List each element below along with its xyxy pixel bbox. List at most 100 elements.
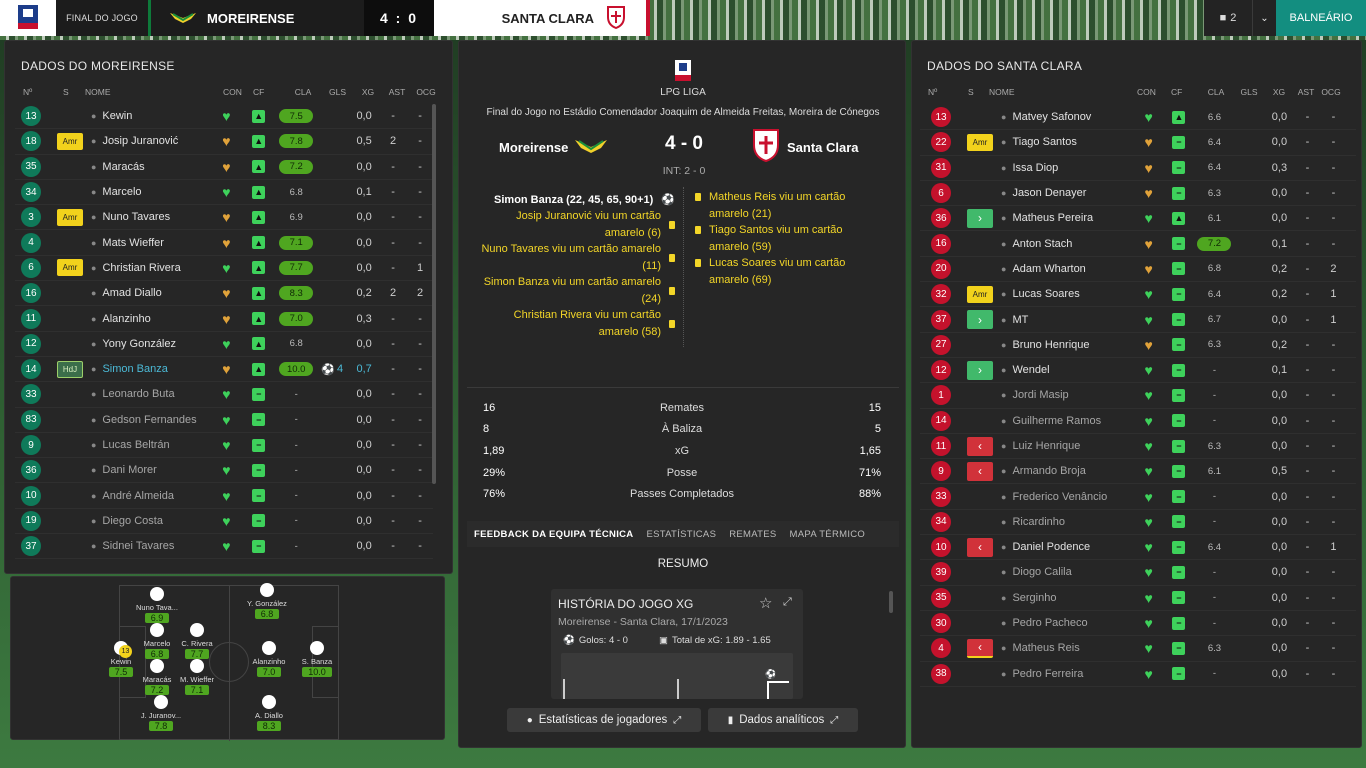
- table-row[interactable]: 9 ● Lucas Beltrán ♥ − - 0,0 - -: [15, 433, 433, 459]
- table-row[interactable]: 12 ● Yony González ♥ ▲ 6.8 0,0 - -: [15, 332, 433, 357]
- goals-cell: ⚽ 4: [315, 363, 349, 376]
- table-row[interactable]: 34 ● Ricardinho ♥ − - 0,0 - -: [920, 510, 1356, 536]
- morale-heart-icon: ♥: [1144, 412, 1153, 429]
- card-event-text: Christian Rivera viu um cartão amarelo (…: [513, 309, 661, 338]
- stats-divider: [467, 387, 899, 388]
- summary-scrollbar[interactable]: [889, 591, 893, 613]
- chevron-down-icon[interactable]: ⌄: [1252, 0, 1276, 36]
- table-row[interactable]: 38 ● Pedro Ferreira ♥ − - 0,0 - -: [920, 662, 1356, 687]
- table-row[interactable]: 6 Amr ● Christian Rivera ♥ ▲ 7.7 0,0 - 1: [15, 256, 433, 282]
- table-row[interactable]: 9 ‹ ● Armando Broja ♥ − 6.1 0,5 - -: [920, 459, 1356, 485]
- table-row[interactable]: 13 ● Matvey Safonov ♥ ▲ 6.6 0,0 - -: [920, 105, 1356, 131]
- table-row[interactable]: 34 ● Marcelo ♥ ▲ 6.8 0,1 - -: [15, 180, 433, 206]
- table-row[interactable]: 4 ● Mats Wieffer ♥ ▲ 7.1 0,0 - -: [15, 230, 433, 256]
- pitch-player[interactable]: S. Banza 10.0: [287, 641, 347, 677]
- pitch-player-name: Nuno Tava...: [136, 603, 178, 612]
- table-row[interactable]: 14 HdJ ● Simon Banza ♥ ▲ 10.0 ⚽ 4 0,7- -: [15, 357, 433, 383]
- pitch-player-rating: 10.0: [302, 667, 332, 677]
- away-team-summary[interactable]: Santa Clara: [751, 127, 859, 168]
- table-row[interactable]: 11 ● Alanzinho ♥ ▲ 7.0 0,3 - -: [15, 306, 433, 332]
- away-team-header[interactable]: SANTA CLARA: [434, 0, 650, 36]
- morale-heart-icon: ♥: [1144, 463, 1153, 480]
- tab-statistics[interactable]: ESTATÍSTICAS: [646, 529, 716, 540]
- yellow-card-badge: Amr: [967, 133, 993, 151]
- xg-story-card[interactable]: HISTÓRIA DO JOGO XG ☆ ⤢ Moreirense - San…: [551, 589, 803, 699]
- star-icon[interactable]: ☆: [759, 594, 772, 612]
- xg: 0,2: [1271, 288, 1288, 301]
- pitch-player[interactable]: J. Juranov... 7.8: [131, 695, 191, 731]
- home-team-header[interactable]: MOREIRENSE: [148, 0, 364, 36]
- expand-icon[interactable]: ⤢: [783, 596, 792, 609]
- table-row[interactable]: 39 ● Diogo Calila ♥ − - 0,0 - -: [920, 560, 1356, 586]
- table-row[interactable]: 1 ● Jordi Masip ♥ − - 0,0 - -: [920, 383, 1356, 409]
- table-row[interactable]: 30 ● Pedro Pacheco ♥ − - 0,0 - -: [920, 611, 1356, 637]
- venue-text: Final do Jogo no Estádio Comendador Joaq…: [486, 107, 880, 118]
- dressing-room-button[interactable]: BALNEÁRIO: [1276, 0, 1366, 36]
- table-row[interactable]: 16 ● Amad Diallo ♥ ▲ 8.3 0,2 2 2: [15, 281, 433, 307]
- sub-off-icon: ‹: [967, 461, 993, 481]
- table-row[interactable]: 22 Amr ● Tiago Santos ♥ − 6.4 0,0 - -: [920, 130, 1356, 156]
- table-row[interactable]: 37 › ● MT ♥ − 6.7 0,0 - 1: [920, 307, 1356, 333]
- table-row[interactable]: 16 ● Anton Stach ♥ −7.2 0,1 - -: [920, 231, 1356, 257]
- table-row[interactable]: 11 ‹ ● Luiz Henrique ♥ − 6.3 0,0 - -: [920, 434, 1356, 460]
- assists: -: [391, 110, 395, 123]
- table-row[interactable]: 6 ● Jason Denayer ♥ − 6.3 0,0 - -: [920, 181, 1356, 207]
- tab-shots[interactable]: REMATES: [729, 529, 776, 540]
- table-row[interactable]: 33 ● Leonardo Buta ♥ − - 0,0 - -: [15, 382, 433, 408]
- squad-number: 30: [931, 613, 951, 634]
- table-row[interactable]: 37 ● Sidnei Tavares ♥ − - 0,0 - -: [15, 534, 433, 560]
- table-row[interactable]: 32 Amr ● Lucas Soares ♥ − 6.4 0,2 - 1: [920, 282, 1356, 308]
- condition-icon: ▲: [252, 160, 266, 174]
- table-row[interactable]: 12 › ● Wendel ♥ − - 0,1 - -: [920, 358, 1356, 384]
- person-icon: ●: [1001, 592, 1007, 603]
- assists: -: [1305, 642, 1310, 655]
- tab-heatmap[interactable]: MAPA TÉRMICO: [790, 529, 866, 540]
- person-icon: ●: [526, 714, 533, 726]
- managers-count[interactable]: ■ 2: [1204, 0, 1252, 36]
- home-stat-value: 1,89: [483, 444, 505, 457]
- player-name: Tiago Santos: [1012, 136, 1077, 149]
- player-stats-button[interactable]: ● Estatísticas de jogadores ⤢: [507, 708, 701, 732]
- santa-clara-crest-icon: [751, 127, 781, 168]
- pitch-player[interactable]: A. Diallo 8.3: [239, 695, 299, 731]
- table-row[interactable]: 20 ● Adam Wharton ♥ − 6.8 0,2 - 2: [920, 257, 1356, 283]
- home-team-summary[interactable]: Moreirense: [499, 135, 608, 160]
- table-row[interactable]: 19 ● Diego Costa ♥ − - 0,0 - -: [15, 509, 433, 535]
- table-row[interactable]: 10 ● André Almeida ♥ − - 0,0 - -: [15, 483, 433, 509]
- table-row[interactable]: 31 ● Issa Diop ♥ − 6.4 0,3 - -: [920, 156, 1356, 181]
- assists: -: [1305, 161, 1310, 174]
- table-row[interactable]: 83 ● Gedson Fernandes ♥ − - 0,0 - -: [15, 408, 433, 433]
- table-row[interactable]: 33 ● Frederico Venâncio ♥ − - 0,0 - -: [920, 484, 1356, 510]
- table-row[interactable]: 36 › ● Matheus Pereira ♥ ▲ 6.1 0,0 - -: [920, 206, 1356, 232]
- rating: -: [294, 540, 298, 552]
- table-row[interactable]: 4 ‹ ● Matheus Reis ♥ − 6.3 0,0 - -: [920, 636, 1356, 662]
- table-row[interactable]: 14 ● Guilherme Ramos ♥ − - 0,0 - -: [920, 409, 1356, 434]
- pitch-player[interactable]: C. Rivera 7.7: [167, 623, 227, 659]
- card-event-text: Simon Banza viu um cartão amarelo (24): [483, 276, 661, 305]
- condition-icon: ▲: [252, 362, 266, 376]
- table-row[interactable]: 27 ● Bruno Henrique ♥ − 6.3 0,2 - -: [920, 333, 1356, 358]
- table-row[interactable]: 13 ● Kewin ♥ ▲ 7.5 0,0 - -: [15, 104, 433, 130]
- condition-icon: −: [252, 539, 266, 553]
- pitch-player[interactable]: Y. González 6.8: [237, 583, 297, 619]
- home-stat-value: 16: [483, 401, 496, 414]
- table-row[interactable]: 36 ● Dani Morer ♥ − - 0,0 - -: [15, 458, 433, 484]
- chances-created: -: [418, 337, 422, 350]
- person-icon: ●: [91, 212, 97, 223]
- table-row[interactable]: 35 ● Maracás ♥ ▲ 7.2 0,0 - -: [15, 155, 433, 180]
- xg: 0,0: [1271, 617, 1288, 630]
- analytics-button[interactable]: ▮ Dados analíticos ⤢: [708, 708, 858, 732]
- home-list-scrollbar[interactable]: [432, 104, 436, 484]
- pitch-player[interactable]: M. Wieffer 7.1: [167, 659, 227, 695]
- person-icon: ●: [1001, 668, 1007, 679]
- table-row[interactable]: 3 Amr ● Nuno Tavares ♥ ▲ 6.9 0,0 - -: [15, 205, 433, 231]
- player-name: Armando Broja: [1012, 465, 1086, 478]
- tab-feedback[interactable]: FEEDBACK DA EQUIPA TÉCNICA: [474, 529, 633, 540]
- table-row[interactable]: 18 Amr ● Josip Juranović ♥ ▲ 7.8 0,5 2 -: [15, 129, 433, 155]
- captain-badge: 13: [119, 645, 132, 658]
- pitch-player[interactable]: Nuno Tava... 6.9: [127, 587, 187, 623]
- table-row[interactable]: 10 ‹ ● Daniel Podence ♥ − 6.4 0,0 - 1: [920, 535, 1356, 561]
- away-table-header: Nº S NOME CON CF CLA GLS XG AST OCG: [928, 87, 1341, 97]
- table-row[interactable]: 35 ● Serginho ♥ − - 0,0 - -: [920, 586, 1356, 611]
- squad-number: 11: [931, 436, 951, 456]
